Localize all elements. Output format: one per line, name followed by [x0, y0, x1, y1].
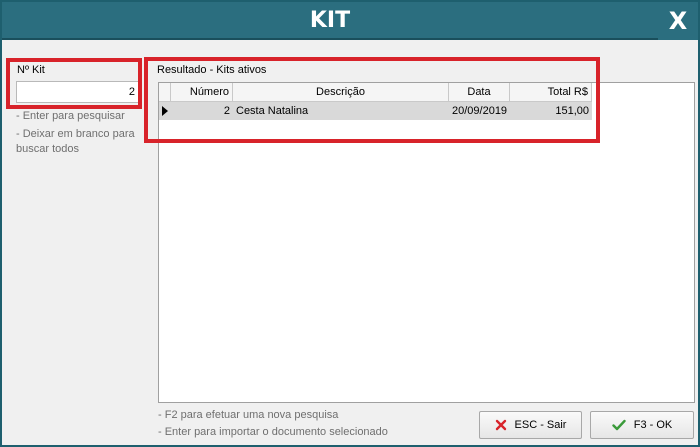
column-descricao[interactable]: Descrição	[233, 83, 449, 102]
f3-ok-button[interactable]: F3 - OK	[590, 411, 694, 439]
hint-blank-search-all: - Deixar em branco para buscar todos	[16, 128, 135, 155]
close-button[interactable]: X	[658, 2, 698, 40]
cell-total: 151,00	[555, 105, 589, 117]
hint-enter-import: - Enter para importar o documento seleci…	[158, 426, 388, 438]
column-data[interactable]: Data	[449, 83, 510, 102]
results-label: Resultado - Kits ativos	[157, 64, 267, 76]
row-pointer-icon	[162, 106, 168, 116]
f3-ok-label: F3 - OK	[633, 419, 673, 431]
kit-dialog: KIT X Nº Kit - Enter para pesquisar - De…	[0, 0, 700, 447]
column-numero[interactable]: Número	[171, 83, 233, 102]
title-bar: KIT X	[2, 2, 698, 40]
window-title: KIT	[309, 8, 351, 33]
table-row[interactable]: 2 Cesta Natalina 20/09/2019 151,00	[159, 102, 592, 120]
column-total[interactable]: Total R$	[510, 83, 592, 102]
header-indicator-cell	[159, 83, 171, 102]
grid-header: Número Descrição Data Total R$	[159, 83, 592, 102]
esc-exit-button[interactable]: ESC - Sair	[479, 411, 582, 439]
results-grid[interactable]: Número Descrição Data Total R$ 2 Cesta N…	[158, 82, 695, 403]
esc-exit-label: ESC - Sair	[514, 419, 567, 431]
kit-number-label: Nº Kit	[17, 64, 45, 76]
cell-numero: 2	[223, 105, 230, 117]
hint-f2-new-search: - F2 para efetuar uma nova pesquisa	[158, 409, 339, 421]
checkmark-icon	[612, 419, 626, 431]
close-icon	[495, 419, 506, 431]
hint-enter-search: - Enter para pesquisar	[16, 110, 125, 122]
cell-data: 20/09/2019	[452, 105, 508, 117]
cell-descricao: Cesta Natalina	[236, 105, 309, 117]
kit-number-input[interactable]	[16, 81, 140, 103]
